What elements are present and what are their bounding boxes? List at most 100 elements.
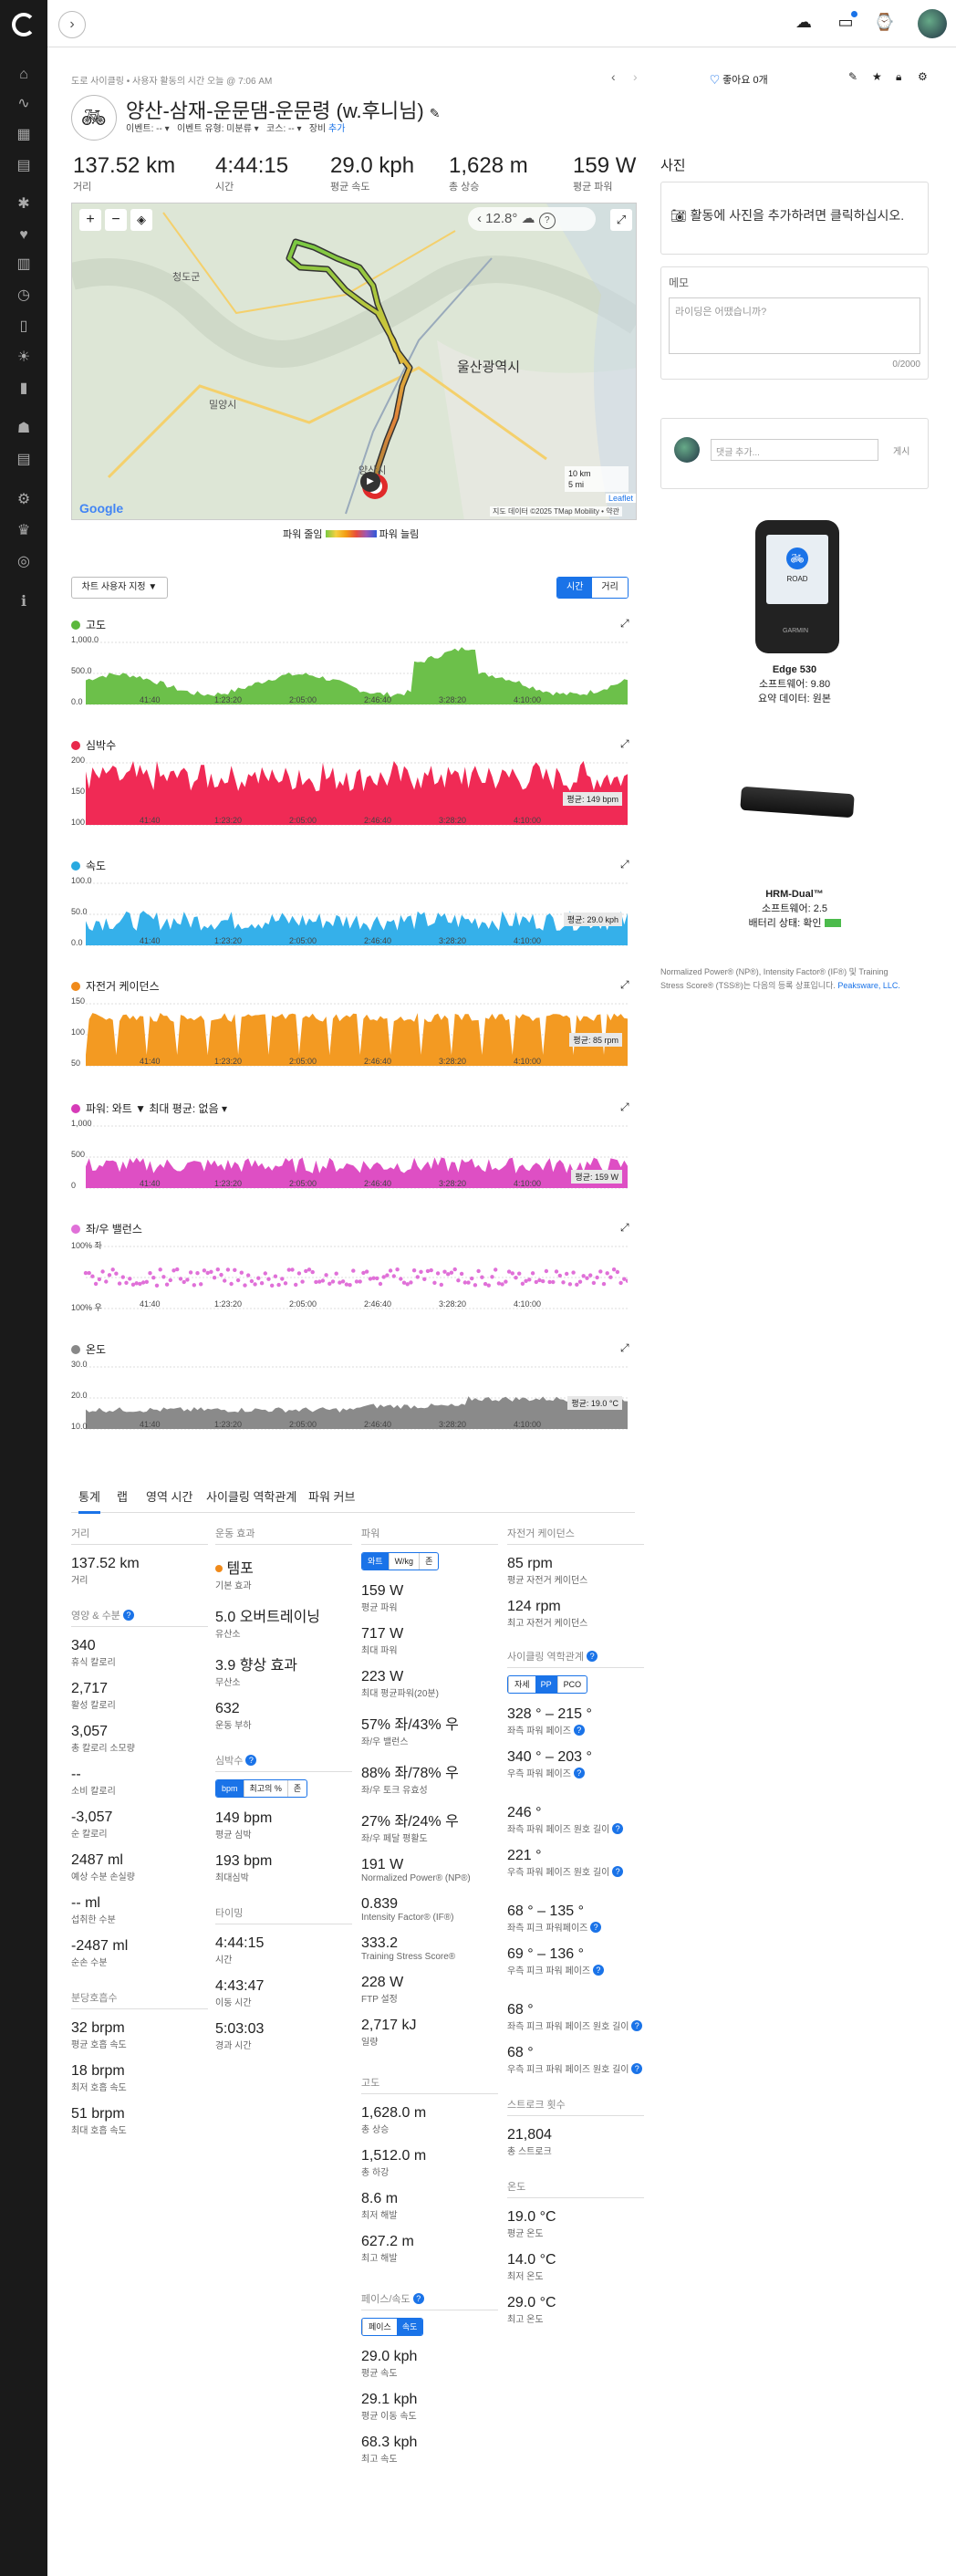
help-icon[interactable]: ? xyxy=(612,1866,624,1877)
chart-title-bal[interactable]: 좌/우 밸런스 xyxy=(71,1221,142,1236)
unit-toggle-option[interactable]: bpm xyxy=(216,1780,244,1797)
chart-expand-icon[interactable]: ⤢ xyxy=(620,617,629,631)
map-attribution[interactable]: 지도 데이터 ©2025 TMap Mobility • 약관 xyxy=(490,506,622,516)
inbox-icon[interactable]: ▭ xyxy=(836,11,857,33)
tab-laps[interactable]: 랩 xyxy=(117,1487,128,1505)
unit-toggle-option[interactable]: 존 xyxy=(286,1780,307,1797)
unit-toggle-option[interactable]: 속도 xyxy=(396,2319,423,2335)
help-icon[interactable]: ? xyxy=(573,1768,585,1778)
leaflet-link[interactable]: Leaflet xyxy=(606,494,636,503)
star-icon[interactable]: ★ xyxy=(872,70,882,83)
help-icon[interactable]: ? xyxy=(573,1725,585,1736)
chart-hr[interactable]: 200 150 100 41:40 1:23:20 2:05:00 2:46:40 3:28:… xyxy=(71,756,628,829)
gear-add-link[interactable]: 추가 xyxy=(328,124,345,134)
groups-icon[interactable]: ☗ xyxy=(15,420,33,438)
zoom-in-button[interactable]: + xyxy=(79,209,101,231)
zoom-out-button[interactable]: − xyxy=(105,209,127,231)
chart-title-elev[interactable]: 고도 xyxy=(71,617,106,632)
user-avatar[interactable] xyxy=(918,9,947,38)
target-icon[interactable]: ◎ xyxy=(15,553,33,571)
home-icon[interactable]: ⌂ xyxy=(15,66,33,84)
unit-toggle-option[interactable]: W/kg xyxy=(388,1553,420,1570)
edit-icon[interactable]: ✎ xyxy=(848,70,857,83)
chart-title-cad[interactable]: 자전거 케이던스 xyxy=(71,978,160,994)
chart-elev[interactable]: 1,000.0 500.0 0.0 41:40 1:23:20 2:05:00 2:46:4… xyxy=(71,635,628,708)
doc-icon[interactable]: ▯ xyxy=(15,318,33,336)
unit-toggle-option[interactable]: PP xyxy=(535,1676,557,1693)
activity-icon[interactable]: ∿ xyxy=(15,95,33,113)
help-icon[interactable]: ? xyxy=(412,2293,424,2304)
chart-cad[interactable]: 150 100 50 41:40 1:23:20 2:05:00 2:46:40 3:28:2… xyxy=(71,996,628,1069)
help-icon[interactable]: ? xyxy=(587,1651,598,1662)
heart-icon[interactable]: ♥ xyxy=(15,226,33,245)
garmin-logo-icon[interactable] xyxy=(12,13,36,37)
like-button[interactable]: ♡ 좋아요 0개 xyxy=(710,72,768,87)
help-icon[interactable]: ? xyxy=(245,1755,257,1766)
chart-speed[interactable]: 100.0 50.0 0.0 41:40 1:23:20 2:05:00 2:46:40 3:… xyxy=(71,876,628,949)
time-axis-option[interactable]: 시간 xyxy=(557,578,593,598)
calendar-icon[interactable]: ▦ xyxy=(15,126,33,144)
next-activity-icon[interactable]: › xyxy=(633,69,638,84)
play-route-button[interactable]: ▶ xyxy=(360,472,380,492)
chart-expand-icon[interactable]: ⤢ xyxy=(620,858,629,871)
help-icon[interactable]: ? xyxy=(592,1965,604,1976)
news-icon[interactable]: ▤ xyxy=(15,157,33,175)
chart-expand-icon[interactable]: ⤢ xyxy=(620,978,629,992)
chart-settings-dropdown[interactable]: 차트 사용자 지정 ▼ xyxy=(71,577,168,599)
help-icon[interactable]: ? xyxy=(631,2063,643,2074)
unit-toggle-option[interactable]: 최고의 % xyxy=(243,1780,287,1797)
prev-activity-icon[interactable]: ‹ xyxy=(611,69,616,84)
weather-widget[interactable]: ‹ 12.8° ☁ ? xyxy=(468,207,596,231)
chart-expand-icon[interactable]: ⤢ xyxy=(620,1341,629,1355)
help-icon[interactable]: ? xyxy=(590,1922,602,1933)
help-icon[interactable]: ? xyxy=(612,1823,624,1834)
chart-title-hr[interactable]: 심박수 xyxy=(71,737,116,753)
runner-icon[interactable]: ✱ xyxy=(15,195,33,214)
weather-info-icon[interactable]: ? xyxy=(538,213,556,229)
fullscreen-icon[interactable]: ⤢ xyxy=(610,209,632,231)
course-select[interactable]: 코스: -- xyxy=(266,124,295,134)
unit-toggle-option[interactable]: 페이스 xyxy=(362,2319,397,2335)
tab-cycling-dynamics[interactable]: 사이클링 역학관계 xyxy=(206,1487,296,1505)
chart-expand-icon[interactable]: ⤢ xyxy=(620,737,629,751)
help-icon[interactable]: ? xyxy=(123,1610,134,1621)
chart-title-pwr[interactable]: 파워: 와트 ▼ 최대 평균: 없음 ▾ xyxy=(71,1100,227,1116)
unit-toggle-option[interactable]: 자세 xyxy=(508,1676,535,1693)
watch-icon[interactable]: ⌚ xyxy=(874,13,894,33)
lightbulb-icon[interactable]: ☀ xyxy=(15,349,33,367)
comment-post-button[interactable]: 게시 xyxy=(893,443,909,457)
reports-icon[interactable]: ▥ xyxy=(15,256,33,274)
unit-toggle-option[interactable]: 와트 xyxy=(362,1553,389,1570)
tab-power-curve[interactable]: 파워 커브 xyxy=(308,1487,355,1505)
edit-title-icon[interactable]: ✎ xyxy=(430,106,441,120)
back-button[interactable]: › xyxy=(58,11,86,38)
notes-textarea[interactable]: 라이딩은 어땠습니까? xyxy=(669,297,920,354)
route-map[interactable]: 청도군 밀양시 양산시 울산광역시 + − ◈ ‹ 12.8° ☁ ? ⤢ ▶ … xyxy=(71,203,637,520)
chart-title-temp[interactable]: 온도 xyxy=(71,1341,106,1357)
add-photo-box[interactable]: 📷︎ 활동에 사진을 추가하려면 클릭하십시오. xyxy=(660,182,929,255)
chart-bal[interactable]: 100% 좌 100% 우 41:40 1:23:20 2:05:00 2:46:40 3:… xyxy=(71,1241,630,1312)
upload-icon[interactable]: ☁ xyxy=(794,13,814,33)
chart-temp[interactable]: 30.0 20.0 10.0 41:40 1:23:20 2:05:00 2:46:40 3:… xyxy=(71,1360,628,1433)
layers-icon[interactable]: ◈ xyxy=(130,209,152,231)
event-select[interactable]: 이벤트: -- xyxy=(126,124,162,134)
settings-icon[interactable]: ⚙ xyxy=(918,70,928,83)
info-icon[interactable]: ℹ xyxy=(15,593,33,611)
unit-toggle-option[interactable]: 존 xyxy=(419,1553,438,1570)
event-type-select[interactable]: 이벤트 유형: 미분류 xyxy=(177,124,252,134)
comment-input[interactable]: 댓글 추가... xyxy=(711,439,878,461)
tab-zone-time[interactable]: 영역 시간 xyxy=(146,1487,192,1505)
stats-icon[interactable]: ▮ xyxy=(15,380,33,398)
trophy-icon[interactable]: ♛ xyxy=(15,522,33,540)
chart-pwr[interactable]: 1,000 500 0 41:40 1:23:20 2:05:00 2:46:40 3:28:… xyxy=(71,1119,628,1192)
chart-expand-icon[interactable]: ⤢ xyxy=(620,1221,629,1235)
tab-stats[interactable]: 통계 xyxy=(78,1487,100,1514)
help-icon[interactable]: ? xyxy=(631,2020,643,2031)
distance-axis-option[interactable]: 거리 xyxy=(592,578,628,598)
unit-toggle-option[interactable]: PCO xyxy=(556,1676,587,1693)
peaksware-link[interactable]: Peaksware, LLC. xyxy=(837,981,900,990)
gear-icon[interactable]: ⚙ xyxy=(15,491,33,509)
lock-icon[interactable]: 🔒︎ xyxy=(896,70,901,84)
chart-expand-icon[interactable]: ⤢ xyxy=(620,1100,629,1114)
chart-title-speed[interactable]: 속도 xyxy=(71,858,106,873)
